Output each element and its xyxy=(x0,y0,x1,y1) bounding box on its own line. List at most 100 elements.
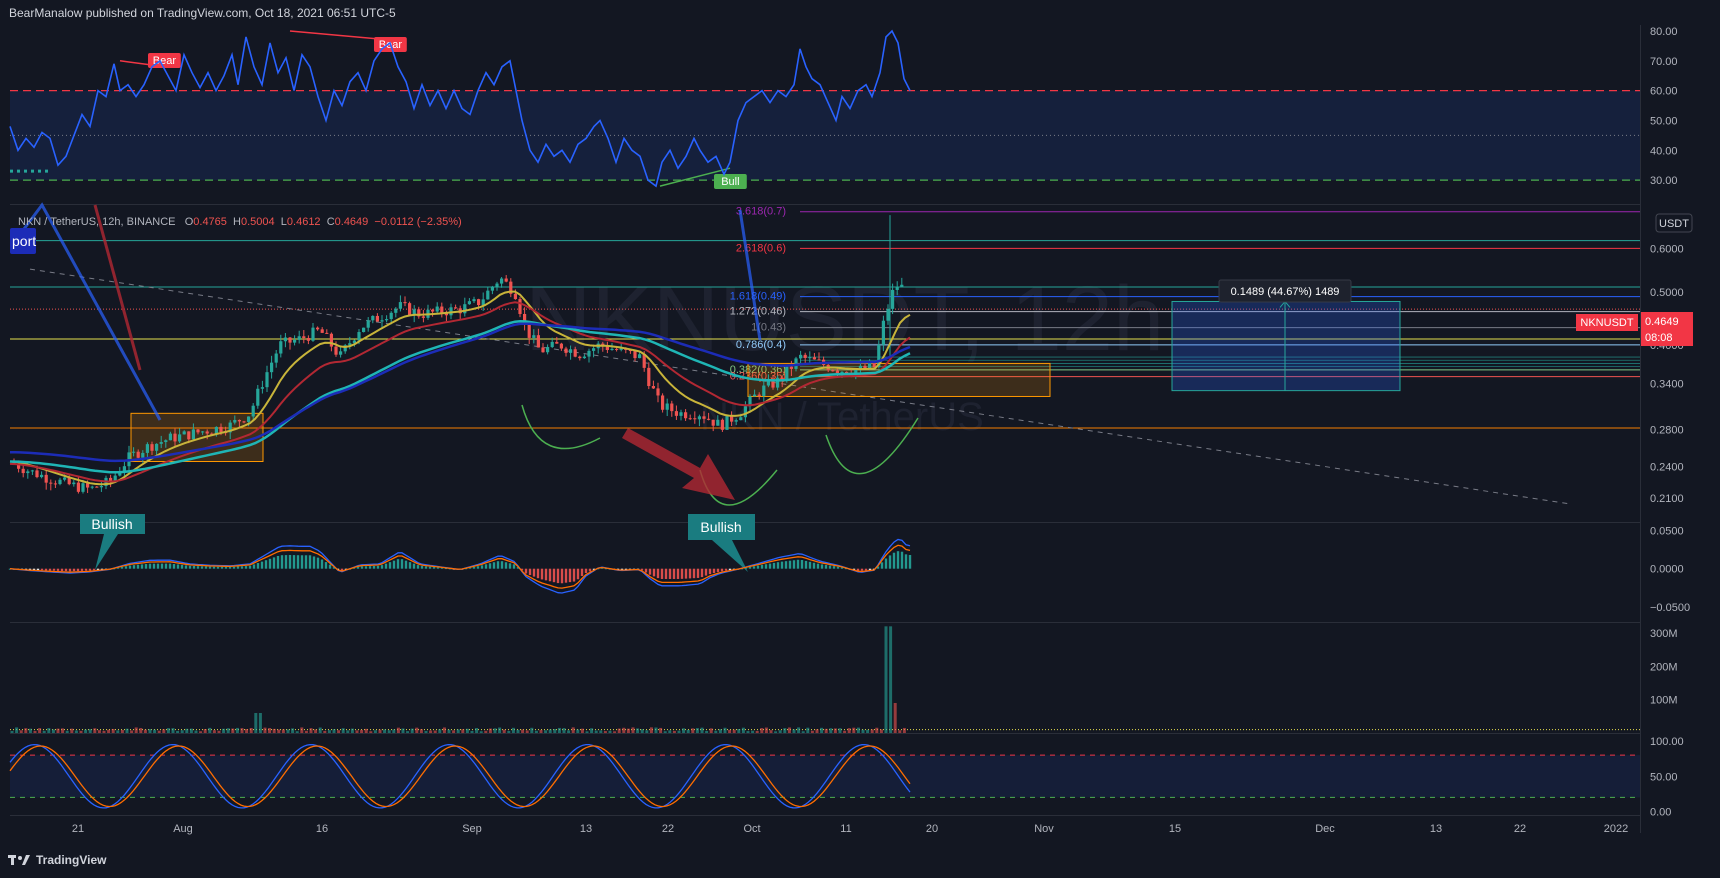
volume-bar xyxy=(143,729,147,733)
rsi-y-tick: 50.00 xyxy=(1650,115,1678,127)
macd-hist-bar xyxy=(816,563,820,569)
symbol-name: NKN / TetherUS, 12h, BINANCE xyxy=(18,216,176,228)
macd-hist-bar xyxy=(580,568,584,577)
volume-bar xyxy=(70,728,74,733)
candle-body xyxy=(651,386,655,389)
volume-bar xyxy=(562,728,566,733)
candle-body xyxy=(357,332,361,341)
volume-bar xyxy=(139,728,143,733)
macd-hist-bar xyxy=(212,566,216,569)
volume-bar xyxy=(645,730,649,733)
macd-hist-bar xyxy=(248,565,252,569)
candle-body xyxy=(789,366,793,369)
macd-hist-bar xyxy=(760,564,764,569)
volume-bar xyxy=(332,729,336,733)
candle-body xyxy=(214,426,218,434)
candle-body xyxy=(504,278,508,282)
candle-body xyxy=(513,293,517,300)
candle-body xyxy=(481,299,485,306)
macd-hist-bar xyxy=(368,566,372,569)
candle-body xyxy=(168,433,172,441)
macd-hist-bar xyxy=(380,565,384,569)
candle-body xyxy=(633,351,637,359)
candle-body xyxy=(799,354,803,359)
volume-bar xyxy=(548,729,552,733)
candle-body xyxy=(656,388,660,396)
candle-body xyxy=(895,287,899,290)
volume-bar xyxy=(148,729,152,733)
candle-body xyxy=(385,319,389,321)
macd-hist-bar xyxy=(752,566,756,569)
macd-hist-bar xyxy=(688,568,692,579)
volume-bar xyxy=(737,729,741,733)
volume-bar xyxy=(640,729,644,733)
candle-body xyxy=(587,350,591,357)
macd-hist-bar xyxy=(260,561,264,569)
volume-bar xyxy=(470,730,474,733)
macd-hist-bar xyxy=(828,565,832,569)
candle-body xyxy=(753,394,757,397)
candle-body xyxy=(72,482,76,485)
macd-hist-bar xyxy=(492,562,496,569)
volume-bar xyxy=(668,730,672,733)
macd-hist-bar xyxy=(484,564,488,569)
volume-bar xyxy=(695,728,699,733)
vol-y-tick: 300M xyxy=(1650,628,1678,640)
candle-body xyxy=(49,482,53,484)
macd-hist-bar xyxy=(164,563,168,569)
volume-bar xyxy=(838,728,842,733)
candle-body xyxy=(141,452,145,458)
volume-bar xyxy=(189,728,193,733)
candle-body xyxy=(757,394,761,396)
volume-bar xyxy=(350,728,354,733)
volume-bar xyxy=(475,728,479,733)
macd-hist-bar xyxy=(292,555,296,569)
volume-bar xyxy=(341,728,345,733)
candle-body xyxy=(311,327,315,341)
macd-hist-bar xyxy=(72,568,76,572)
volume-bar xyxy=(424,730,428,733)
macd-hist-bar xyxy=(232,566,236,569)
macd-hist-bar xyxy=(832,566,836,569)
volume-bar xyxy=(268,728,272,733)
volume-bar xyxy=(318,727,322,733)
volume-bar xyxy=(525,730,529,733)
candle-body xyxy=(831,370,835,372)
volume-bar xyxy=(461,729,465,733)
volume-bar xyxy=(755,730,759,733)
macd-hist-bar xyxy=(264,560,268,569)
volume-bar xyxy=(429,730,433,733)
volume-bar xyxy=(249,727,253,733)
volume-bar xyxy=(622,727,626,733)
price-y-tick: 0.2800 xyxy=(1650,425,1684,437)
volume-bar xyxy=(488,728,492,733)
candle-body xyxy=(196,429,200,433)
candle-body xyxy=(251,405,255,417)
macd-hist-bar xyxy=(432,567,436,569)
volume-bar xyxy=(222,728,226,733)
volume-bar xyxy=(19,730,23,733)
volume-bar xyxy=(419,729,423,733)
volume-bar xyxy=(217,730,221,733)
macd-hist-bar xyxy=(864,568,868,571)
chart-canvas[interactable]: BearBearBullNKNUSDT, 12hNKN / TetherUS3.… xyxy=(0,0,1720,878)
volume-bar xyxy=(769,730,773,733)
volume-bar xyxy=(176,730,180,733)
volume-bar xyxy=(465,728,469,733)
macd-hist-bar xyxy=(204,566,208,569)
price-y-tick: 0.6000 xyxy=(1650,243,1684,255)
candle-body xyxy=(274,353,278,363)
volume-bar xyxy=(833,728,837,733)
x-tick-label: Sep xyxy=(462,823,482,835)
volume-bar xyxy=(258,713,262,733)
volume-bar xyxy=(387,730,391,733)
macd-hist-bar xyxy=(904,554,908,569)
candle-body xyxy=(762,385,766,396)
candle-body xyxy=(638,354,642,359)
macd-hist-bar xyxy=(528,568,532,576)
macd-hist-bar xyxy=(192,565,196,569)
macd-hist-bar xyxy=(144,564,148,569)
candle-body xyxy=(279,341,283,354)
macd-hist-bar xyxy=(300,555,304,569)
candle-body xyxy=(256,388,260,406)
